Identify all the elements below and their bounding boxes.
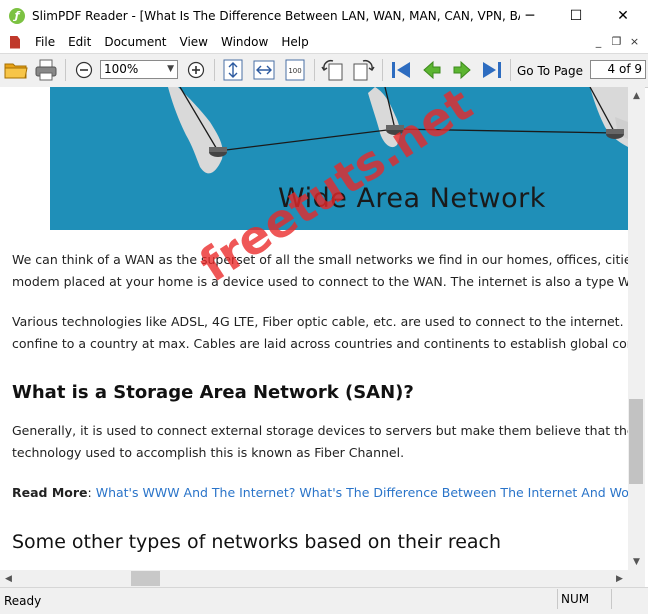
toolbar: 100% ▼ 100 Go To Page 4 of 9 <box>0 53 648 88</box>
menu-bar: File Edit Document View Window Help <box>0 31 648 53</box>
router-icon <box>209 147 227 157</box>
wan-paragraph-line: We can think of a WAN as the superset of… <box>12 252 628 267</box>
doc-close-button[interactable]: × <box>626 34 643 49</box>
toolbar-separator <box>382 59 383 81</box>
read-more-separator: : <box>87 485 96 500</box>
folder-icon <box>4 63 28 79</box>
print-button[interactable] <box>33 58 59 82</box>
fit-page-button[interactable] <box>221 58 245 82</box>
previous-page-button[interactable] <box>419 58 445 82</box>
svg-text:100: 100 <box>288 67 301 75</box>
horizontal-scrollbar[interactable]: ◀ ▶ <box>0 570 628 587</box>
window-title: SlimPDF Reader - [What Is The Difference… <box>32 8 520 23</box>
read-more-label: Read More <box>12 485 88 500</box>
first-page-icon <box>392 62 410 78</box>
doc-restore-button[interactable]: ❐ <box>608 34 625 49</box>
scroll-right-icon[interactable]: ▶ <box>611 570 628 587</box>
router-icon <box>606 129 624 139</box>
toolbar-separator <box>214 59 215 81</box>
num-lock-indicator: NUM <box>557 589 612 609</box>
zoom-out-button[interactable] <box>73 58 95 82</box>
fit-page-icon <box>223 59 243 81</box>
doc-minimize-button[interactable]: _ <box>590 34 607 49</box>
menu-edit[interactable]: Edit <box>63 35 99 49</box>
document-viewer[interactable]: Wide Area Network We can think of a WAN … <box>0 87 628 570</box>
horizontal-scroll-thumb[interactable] <box>131 571 160 586</box>
zoom-select[interactable]: 100% ▼ <box>100 60 178 79</box>
san-paragraph-line: Generally, it is used to connect externa… <box>12 423 628 438</box>
rotate-right-icon <box>353 59 375 81</box>
next-page-button[interactable] <box>449 58 475 82</box>
document-icon[interactable] <box>10 35 20 49</box>
menu-document[interactable]: Document <box>99 35 174 49</box>
close-button[interactable]: ✕ <box>600 0 646 31</box>
last-page-icon <box>483 62 501 78</box>
scroll-left-icon[interactable]: ◀ <box>0 570 17 587</box>
status-ready: Ready <box>4 594 42 608</box>
rotate-left-button[interactable] <box>320 58 346 82</box>
fit-width-icon <box>253 60 275 80</box>
open-folder-button[interactable] <box>3 58 29 82</box>
last-page-button[interactable] <box>479 58 505 82</box>
zoom-out-icon <box>75 61 93 79</box>
minimize-button[interactable]: ─ <box>507 0 553 31</box>
first-page-button[interactable] <box>388 58 414 82</box>
arrow-right-icon <box>453 60 471 80</box>
scrollbar-corner <box>628 570 645 587</box>
toolbar-separator <box>510 59 511 81</box>
zoom-in-icon <box>187 61 205 79</box>
arrow-left-icon <box>423 60 441 80</box>
technology-paragraph-line: confine to a country at max. Cables are … <box>12 336 628 351</box>
read-more-line: Read More: What's WWW And The Internet? … <box>12 482 628 504</box>
toolbar-separator <box>314 59 315 81</box>
slimpdf-app-icon[interactable]: ƒ <box>9 7 25 24</box>
menu-window[interactable]: Window <box>216 35 276 49</box>
scroll-up-icon[interactable]: ▲ <box>628 87 645 104</box>
page-number-input[interactable]: 4 of 9 <box>590 60 646 79</box>
scroll-down-icon[interactable]: ▼ <box>628 553 645 570</box>
vertical-scroll-thumb[interactable] <box>629 399 643 484</box>
printer-icon <box>35 59 57 81</box>
toolbar-separator <box>65 59 66 81</box>
menu-file[interactable]: File <box>30 35 63 49</box>
rotate-left-icon <box>321 59 343 81</box>
status-bar: Ready NUM <box>0 587 648 614</box>
rotate-right-button[interactable] <box>350 58 376 82</box>
go-to-page-button[interactable]: Go To Page <box>517 64 583 78</box>
san-heading: What is a Storage Area Network (SAN)? <box>12 382 414 403</box>
actual-size-button[interactable]: 100 <box>283 58 307 82</box>
san-paragraph-line: technology used to accomplish this is kn… <box>12 445 405 460</box>
other-networks-heading: Some other types of networks based on th… <box>12 531 502 553</box>
wan-paragraph-line: modem placed at your home is a device us… <box>12 274 628 289</box>
zoom-value: 100% <box>104 62 139 76</box>
actual-size-icon: 100 <box>285 59 305 81</box>
chevron-down-icon: ▼ <box>167 64 174 74</box>
technology-paragraph-line: Various technologies like ADSL, 4G LTE, … <box>12 314 628 329</box>
fit-width-button[interactable] <box>252 58 276 82</box>
maximize-button[interactable]: ☐ <box>553 0 599 31</box>
zoom-in-button[interactable] <box>185 58 207 82</box>
vertical-scrollbar[interactable]: ▲ ▼ <box>628 87 645 570</box>
read-more-link[interactable]: What's WWW And The Internet? What's The … <box>96 485 628 500</box>
menu-view[interactable]: View <box>175 35 216 49</box>
menu-help[interactable]: Help <box>276 35 316 49</box>
